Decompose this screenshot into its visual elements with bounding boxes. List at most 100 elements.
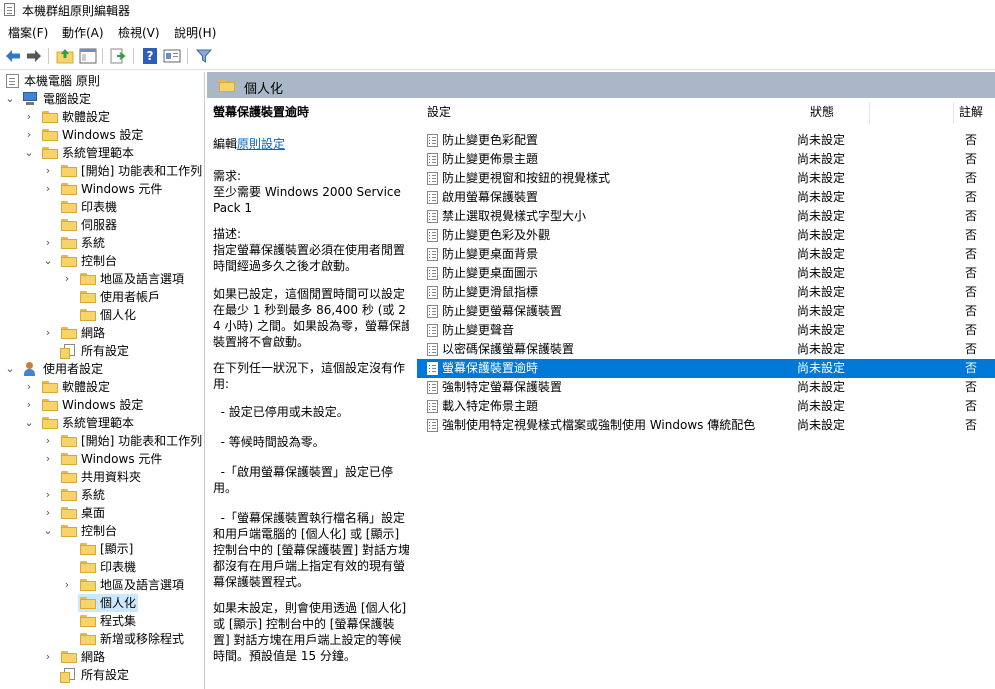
folder-icon [80, 597, 96, 609]
table-row[interactable]: 防止變更佈景主題 尚未設定 否 [417, 150, 995, 169]
description-panel: 螢幕保護裝置逾時 編輯原則設定 需求: 至少需要 Windows 2000 Se… [207, 98, 413, 689]
menu-help[interactable]: 說明(H) [174, 24, 216, 41]
tree-item-network[interactable]: › 網路 [0, 324, 204, 342]
column-separator[interactable] [953, 102, 954, 124]
tree-item-server[interactable]: 伺服器 [0, 216, 204, 234]
column-separator[interactable] [869, 102, 870, 124]
setting-state: 尚未設定 [797, 209, 846, 223]
table-row[interactable]: 防止變更聲音 尚未設定 否 [417, 321, 995, 340]
table-row[interactable]: 防止變更色彩及外觀 尚未設定 否 [417, 226, 995, 245]
show-hide-tree-icon[interactable] [78, 46, 98, 66]
chevron-right-icon[interactable]: › [43, 180, 53, 198]
chevron-down-icon[interactable]: ⌄ [24, 414, 34, 432]
chevron-right-icon[interactable]: › [43, 432, 53, 450]
help-icon[interactable]: ? [139, 46, 159, 66]
column-header-setting[interactable]: 設定 [427, 102, 451, 122]
tree-item-user-personalization[interactable]: 個人化 [78, 594, 138, 612]
table-row[interactable]: 防止變更桌面圖示 尚未設定 否 [417, 264, 995, 283]
tree-item-user-region-language[interactable]: › 地區及語言選項 [0, 576, 204, 594]
tree-item-user-all-settings[interactable]: 所有設定 [0, 666, 204, 684]
export-list-icon[interactable] [108, 46, 128, 66]
tree-item-personalization[interactable]: 個人化 [0, 306, 204, 324]
tree-item-start-menu[interactable]: › [開始] 功能表和工作列 [0, 162, 204, 180]
tree-item-display[interactable]: [顯示] [0, 540, 204, 558]
chevron-right-icon[interactable]: › [43, 234, 53, 252]
tree-item-desktop[interactable]: › 桌面 [0, 504, 204, 522]
chevron-right-icon[interactable]: › [24, 396, 34, 414]
tree-item-region-language[interactable]: › 地區及語言選項 [0, 270, 204, 288]
column-header-state[interactable]: 狀態 [810, 102, 834, 122]
tree-item-shared-folders[interactable]: 共用資料夾 [0, 468, 204, 486]
table-row[interactable]: 強制特定螢幕保護裝置 尚未設定 否 [417, 378, 995, 397]
chevron-down-icon[interactable]: ⌄ [5, 90, 15, 108]
tree-item-user-accounts[interactable]: 使用者帳戶 [0, 288, 204, 306]
details-pane: 個人化 螢幕保護裝置逾時 編輯原則設定 需求: 至少需要 Windows 200… [207, 72, 995, 689]
tree-item-computer-config[interactable]: ⌄ 電腦設定 [0, 90, 204, 108]
chevron-down-icon[interactable]: ⌄ [5, 360, 15, 378]
tree-item-admin-templates[interactable]: ⌄ 系統管理範本 [0, 144, 204, 162]
chevron-right-icon[interactable]: › [24, 126, 34, 144]
column-header-comment[interactable]: 註解 [959, 102, 983, 122]
tree-item-all-settings[interactable]: 所有設定 [0, 342, 204, 360]
chevron-down-icon[interactable]: ⌄ [24, 144, 34, 162]
folder-icon [80, 561, 96, 573]
table-row[interactable]: 防止變更色彩配置 尚未設定 否 [417, 131, 995, 150]
chevron-right-icon[interactable]: › [24, 108, 34, 126]
tree-item-root[interactable]: 本機電腦 原則 [0, 72, 204, 90]
tree-item-user-printers[interactable]: 印表機 [0, 558, 204, 576]
chevron-right-icon[interactable]: › [43, 504, 53, 522]
table-row[interactable]: 螢幕保護裝置逾時 尚未設定 否 [417, 359, 995, 378]
chevron-right-icon[interactable]: › [43, 324, 53, 342]
chevron-right-icon[interactable]: › [43, 450, 53, 468]
table-row[interactable]: 以密碼保護螢幕保護裝置 尚未設定 否 [417, 340, 995, 359]
table-row[interactable]: 防止變更視窗和按鈕的視覺樣式 尚未設定 否 [417, 169, 995, 188]
filter-icon[interactable] [194, 46, 214, 66]
tree-item-user-windows-settings[interactable]: › Windows 設定 [0, 396, 204, 414]
tree-item-control-panel[interactable]: ⌄ 控制台 [0, 252, 204, 270]
table-row[interactable]: 防止變更滑鼠指標 尚未設定 否 [417, 283, 995, 302]
setting-name: 強制特定螢幕保護裝置 [442, 380, 563, 394]
chevron-down-icon[interactable]: ⌄ [43, 252, 53, 270]
table-row[interactable]: 防止變更螢幕保護裝置 尚未設定 否 [417, 302, 995, 321]
menu-view[interactable]: 檢視(V) [118, 24, 160, 41]
chevron-down-icon[interactable]: ⌄ [43, 522, 53, 540]
tree-item-system[interactable]: › 系統 [0, 234, 204, 252]
tree-item-user-windows-components[interactable]: › Windows 元件 [0, 450, 204, 468]
toolbar-separator [102, 48, 103, 64]
table-row[interactable]: 防止變更桌面背景 尚未設定 否 [417, 245, 995, 264]
tree-item-add-remove-programs[interactable]: 新增或移除程式 [0, 630, 204, 648]
tree-item-user-start-menu[interactable]: › [開始] 功能表和工作列 [0, 432, 204, 450]
tree-item-user-config[interactable]: ⌄ 使用者設定 [0, 360, 204, 378]
tree-item-software-settings[interactable]: › 軟體設定 [0, 108, 204, 126]
chevron-right-icon[interactable]: › [43, 162, 53, 180]
table-row[interactable]: 禁止選取視覺樣式字型大小 尚未設定 否 [417, 207, 995, 226]
back-arrow-icon[interactable] [3, 46, 23, 66]
policy-setting-icon [427, 153, 438, 166]
edit-policy-link[interactable]: 原則設定 [237, 137, 285, 151]
tree-item-windows-settings[interactable]: › Windows 設定 [0, 126, 204, 144]
menu-action[interactable]: 動作(A) [62, 24, 104, 41]
properties-icon[interactable] [162, 46, 182, 66]
chevron-right-icon[interactable]: › [43, 648, 53, 666]
tree-item-programs[interactable]: 程式集 [0, 612, 204, 630]
chevron-right-icon[interactable]: › [24, 378, 34, 396]
folder-icon [80, 633, 96, 645]
tree-item-windows-components[interactable]: › Windows 元件 [0, 180, 204, 198]
tree-item-user-system[interactable]: › 系統 [0, 486, 204, 504]
forward-arrow-icon[interactable] [24, 46, 44, 66]
tree-item-printers[interactable]: 印表機 [0, 198, 204, 216]
setting-name: 螢幕保護裝置逾時 [442, 361, 539, 375]
tree-item-user-network[interactable]: › 網路 [0, 648, 204, 666]
toolbar: ? [0, 42, 995, 70]
table-row[interactable]: 啟用螢幕保護裝置 尚未設定 否 [417, 188, 995, 207]
tree-item-user-admin-templates[interactable]: ⌄ 系統管理範本 [0, 414, 204, 432]
menu-file[interactable]: 檔案(F) [8, 24, 48, 41]
chevron-right-icon[interactable]: › [43, 486, 53, 504]
chevron-right-icon[interactable]: › [62, 270, 72, 288]
tree-item-user-software-settings[interactable]: › 軟體設定 [0, 378, 204, 396]
table-row[interactable]: 載入特定佈景主題 尚未設定 否 [417, 397, 995, 416]
up-folder-icon[interactable] [55, 46, 75, 66]
chevron-right-icon[interactable]: › [62, 576, 72, 594]
tree-item-user-control-panel[interactable]: ⌄ 控制台 [0, 522, 204, 540]
table-row[interactable]: 強制使用特定視覺樣式檔案或強制使用 Windows 傳統配色 尚未設定 否 [417, 416, 995, 435]
